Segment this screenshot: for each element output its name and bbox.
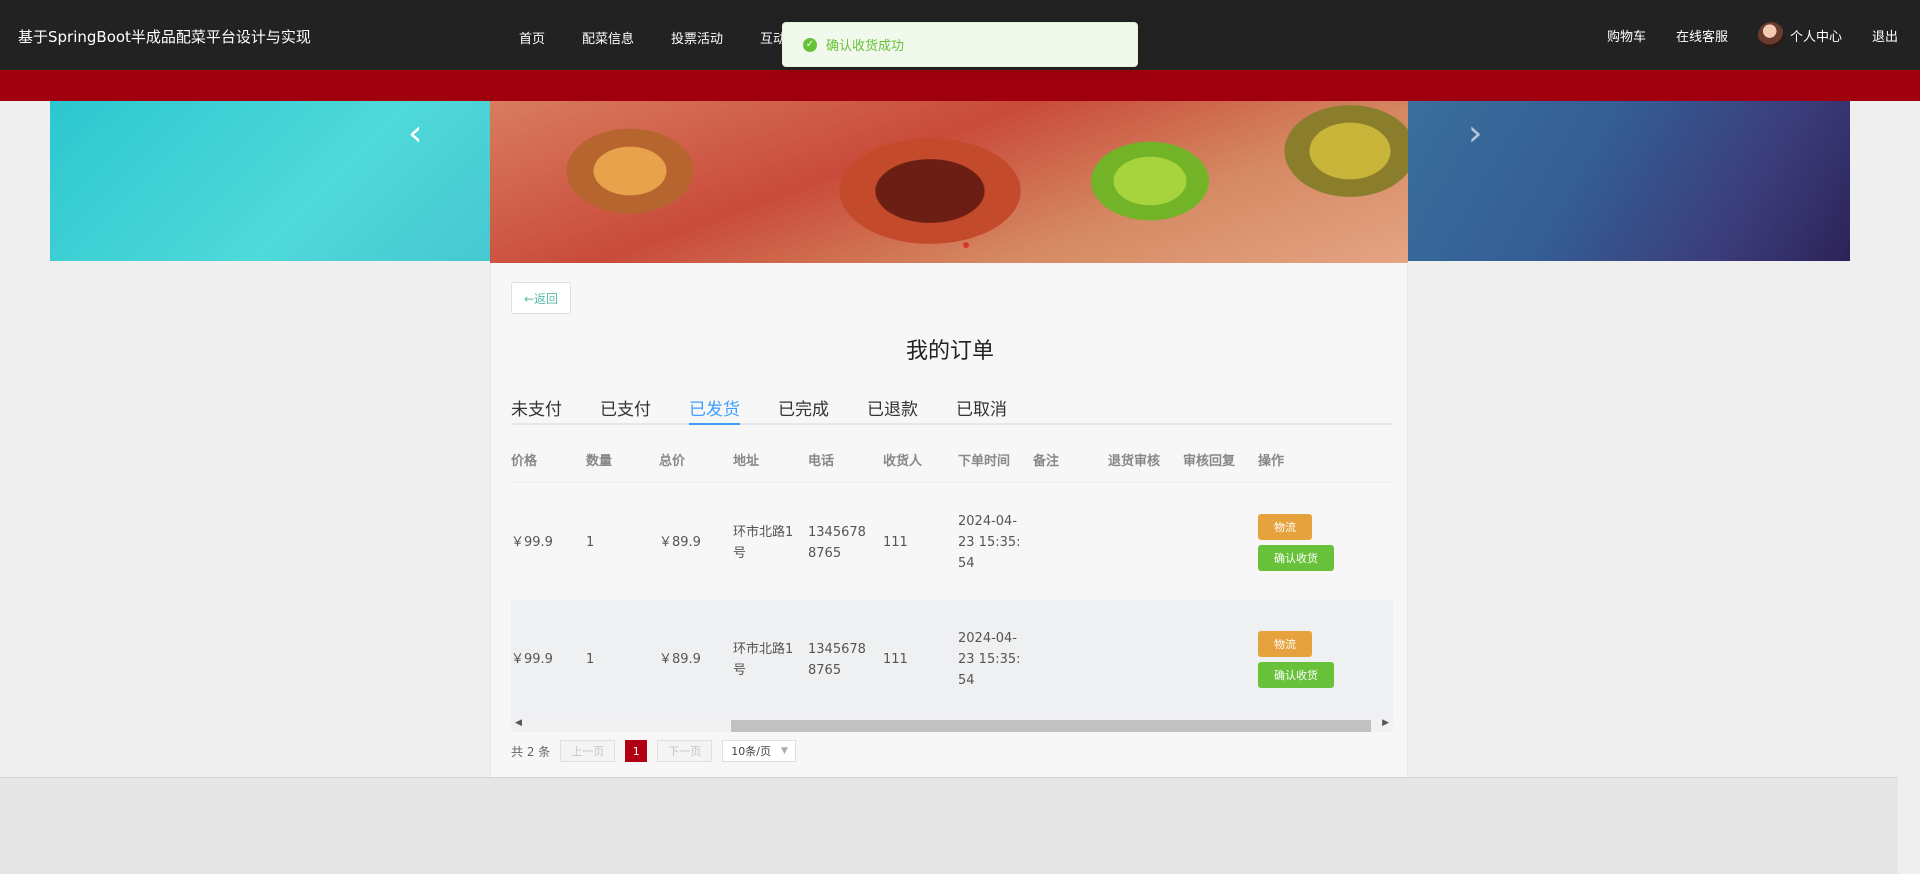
footer (0, 777, 1898, 874)
cell-quantity: 1 (586, 535, 595, 550)
back-button[interactable]: ←返回 (511, 282, 571, 314)
carousel-slide-food (490, 101, 1408, 263)
carousel-prev-arrow-icon[interactable]: ‹ (408, 113, 422, 154)
col-note: 备注 (1033, 454, 1060, 469)
cell-receiver: 111 (883, 652, 908, 667)
cell-order-time: 2024-04-23 15:35:54 (958, 514, 1021, 571)
main-nav: 首页 配菜信息 投票活动 互动 (519, 28, 823, 47)
page-size-select[interactable]: 10条/页 ▼ (722, 740, 797, 762)
page-title: 我的订单 (905, 339, 994, 364)
cell-receiver: 111 (883, 535, 908, 550)
banner-carousel: ‹ › (0, 101, 1920, 263)
cell-price: ￥99.9 (511, 652, 553, 667)
orders-panel: ←返回 我的订单 未支付 已支付 已发货 已完成 已退款 已取消 价格 数量 总… (490, 263, 1408, 777)
table-row: ￥99.9 1 ￥89.9 环市北路1号 13456788765 111 202… (511, 601, 1393, 718)
cell-order-time: 2024-04-23 15:35:54 (958, 631, 1021, 688)
confirm-receipt-button[interactable]: 确认收货 (1258, 662, 1334, 688)
logistics-button[interactable]: 物流 (1258, 631, 1312, 657)
cell-actions: 物流 确认收货 (1258, 601, 1334, 718)
red-stripe (0, 70, 1920, 101)
cell-address: 环市北路1号 (733, 524, 794, 561)
carousel-slide-prev[interactable] (50, 101, 490, 261)
col-price: 价格 (511, 454, 538, 469)
col-phone: 电话 (808, 454, 835, 469)
tab-cancelled[interactable]: 已取消 (956, 395, 1007, 425)
carousel-indicator[interactable] (963, 242, 969, 248)
pagination-total: 共 2 条 (511, 744, 551, 759)
carousel-next-arrow-icon[interactable]: › (1468, 113, 1482, 154)
tab-shipped[interactable]: 已发货 (689, 395, 740, 425)
col-quantity: 数量 (586, 454, 613, 469)
col-actions: 操作 (1258, 454, 1285, 469)
scroll-left-icon[interactable]: ◀ (515, 718, 522, 728)
logistics-button[interactable]: 物流 (1258, 514, 1312, 540)
scroll-right-icon[interactable]: ▶ (1382, 718, 1389, 728)
nav-dishes[interactable]: 配菜信息 (582, 28, 634, 47)
nav-service[interactable]: 在线客服 (1676, 26, 1728, 45)
cell-phone: 13456788765 (808, 524, 866, 561)
page-size-value: 10条/页 (731, 745, 771, 758)
chevron-down-icon: ▼ (780, 746, 788, 756)
col-total: 总价 (659, 454, 686, 469)
cell-total: ￥89.9 (659, 652, 701, 667)
nav-user-center[interactable]: 个人中心 (1790, 26, 1842, 45)
col-review-reply: 审核回复 (1183, 454, 1236, 469)
cell-phone: 13456788765 (808, 641, 866, 678)
table-row: ￥99.9 1 ￥89.9 环市北路1号 13456788765 111 202… (511, 484, 1393, 601)
cell-actions: 物流 确认收货 (1258, 484, 1334, 601)
tab-refunded[interactable]: 已退款 (867, 395, 918, 425)
user-nav: 购物车 在线客服 个人中心 退出 (1577, 22, 1898, 48)
nav-logout[interactable]: 退出 (1872, 26, 1898, 45)
cell-total: ￥89.9 (659, 535, 701, 550)
table-header: 价格 数量 总价 地址 电话 收货人 下单时间 备注 退货审核 审核回复 操作 (511, 433, 1393, 483)
cell-address: 环市北路1号 (733, 641, 794, 678)
col-refund-review: 退货审核 (1108, 454, 1161, 469)
cell-price: ￥99.9 (511, 535, 553, 550)
nav-home[interactable]: 首页 (519, 28, 545, 47)
orders-table: 价格 数量 总价 地址 电话 收货人 下单时间 备注 退货审核 审核回复 操作 … (511, 433, 1393, 725)
order-status-tabs: 未支付 已支付 已发货 已完成 已退款 已取消 (511, 395, 1393, 425)
tab-completed[interactable]: 已完成 (778, 395, 829, 425)
prev-page-button[interactable]: 上一页 (560, 740, 616, 762)
pagination: 共 2 条 上一页 1 下一页 10条/页 ▼ (511, 740, 797, 762)
success-toast: ✓ 确认收货成功 (782, 22, 1138, 67)
nav-vote[interactable]: 投票活动 (671, 28, 723, 47)
page-number-1[interactable]: 1 (625, 740, 648, 762)
col-order-time: 下单时间 (958, 454, 1011, 469)
col-address: 地址 (733, 454, 760, 469)
cell-quantity: 1 (586, 652, 595, 667)
tab-unpaid[interactable]: 未支付 (511, 395, 562, 425)
nav-cart[interactable]: 购物车 (1607, 26, 1646, 45)
scrollbar-thumb[interactable] (731, 720, 1371, 732)
confirm-receipt-button[interactable]: 确认收货 (1258, 545, 1334, 571)
horizontal-scrollbar[interactable]: ◀ ▶ (511, 718, 1393, 732)
col-receiver: 收货人 (883, 454, 923, 469)
site-title: 基于SpringBoot半成品配菜平台设计与实现 (18, 28, 311, 46)
toast-message: 确认收货成功 (826, 39, 905, 54)
next-page-button[interactable]: 下一页 (657, 740, 713, 762)
tab-paid[interactable]: 已支付 (600, 395, 651, 425)
avatar[interactable] (1757, 22, 1784, 48)
check-circle-icon: ✓ (803, 37, 817, 52)
